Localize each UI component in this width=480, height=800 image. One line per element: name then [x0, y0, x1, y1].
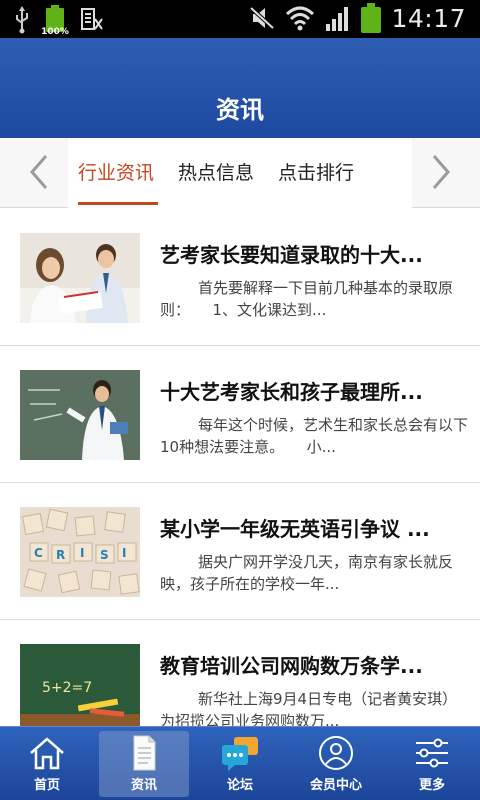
- news-summary: 每年这个时候，艺术生和家长总会有以下10种想法要注意。 小...: [160, 416, 469, 456]
- battery-percent: 100%: [41, 27, 69, 37]
- usb-icon: [16, 6, 28, 34]
- nav-news[interactable]: 资讯: [99, 731, 189, 797]
- nav-label: 会员中心: [309, 778, 362, 793]
- nav-more[interactable]: 更多: [387, 727, 477, 800]
- sim-icon: [81, 8, 103, 30]
- svg-text:5+2=7: 5+2=7: [42, 680, 92, 696]
- battery-icon: 100%: [41, 5, 69, 37]
- nav-label: 论坛: [226, 778, 253, 793]
- news-thumbnail: CRISI: [20, 507, 140, 597]
- svg-text:S: S: [100, 548, 109, 562]
- svg-text:I: I: [122, 546, 126, 560]
- battery-icon: [361, 3, 382, 33]
- status-bar: 100% 14:17: [0, 0, 480, 38]
- nav-label: 首页: [33, 778, 60, 793]
- page-title: 资讯: [216, 96, 264, 124]
- news-title: 十大艺考家长和孩子最理所...: [160, 380, 423, 404]
- news-title: 教育培训公司网购数万条学...: [160, 654, 423, 678]
- signal-icon: [326, 7, 349, 31]
- news-summary: 首先要解释一下目前几种基本的录取原则： 1、文化课达到...: [160, 279, 454, 319]
- svg-text:I: I: [80, 546, 84, 560]
- nav-label: 更多: [418, 778, 445, 793]
- nav-forum[interactable]: 论坛: [195, 727, 285, 800]
- news-list-item[interactable]: 十大艺考家长和孩子最理所... 每年这个时候，艺术生和家长总会有以下10种想法要…: [0, 346, 480, 483]
- svg-text:R: R: [56, 548, 65, 562]
- news-thumbnail: [20, 233, 140, 323]
- nav-home[interactable]: 首页: [2, 727, 92, 800]
- tab-industry-news[interactable]: 行业资讯: [78, 138, 154, 208]
- nav-member-center[interactable]: 会员中心: [291, 727, 381, 800]
- news-list-item[interactable]: CRISI 某小学一年级无英语引争议 ... 据央广网开学没几天，南京有家长就反…: [0, 483, 480, 620]
- tab-hot-info[interactable]: 热点信息: [178, 138, 254, 208]
- news-list-item[interactable]: 艺考家长要知道录取的十大... 首先要解释一下目前几种基本的录取原则： 1、文化…: [0, 209, 480, 346]
- user-icon: [319, 736, 353, 770]
- sliders-icon: [416, 738, 448, 768]
- news-thumbnail: [20, 370, 140, 460]
- wifi-icon: [286, 6, 315, 31]
- tab-click-ranking[interactable]: 点击排行: [278, 138, 354, 208]
- chat-icon: [222, 737, 258, 771]
- news-title: 某小学一年级无英语引争议 ...: [160, 517, 430, 541]
- bottom-navigation: 首页 资讯 论坛 会员中心 更多: [0, 726, 480, 800]
- active-tab-indicator: [78, 202, 158, 205]
- nav-label: 资讯: [130, 778, 157, 793]
- news-summary: 据央广网开学没几天，南京有家长就反映，孩子所在的学校一年...: [160, 553, 454, 593]
- svg-text:C: C: [34, 546, 43, 560]
- clock: 14:17: [391, 3, 466, 33]
- mute-icon: [250, 6, 275, 30]
- news-title: 艺考家长要知道录取的十大...: [160, 243, 423, 267]
- app-header: 资讯: [0, 38, 480, 138]
- home-icon: [30, 737, 64, 770]
- category-tabbar: 行业资讯 热点信息 点击排行: [0, 138, 480, 208]
- chevron-right-icon[interactable]: [420, 152, 460, 192]
- news-thumbnail: 5+2=7: [20, 644, 140, 734]
- document-icon: [133, 735, 156, 771]
- chevron-left-icon[interactable]: [20, 152, 60, 192]
